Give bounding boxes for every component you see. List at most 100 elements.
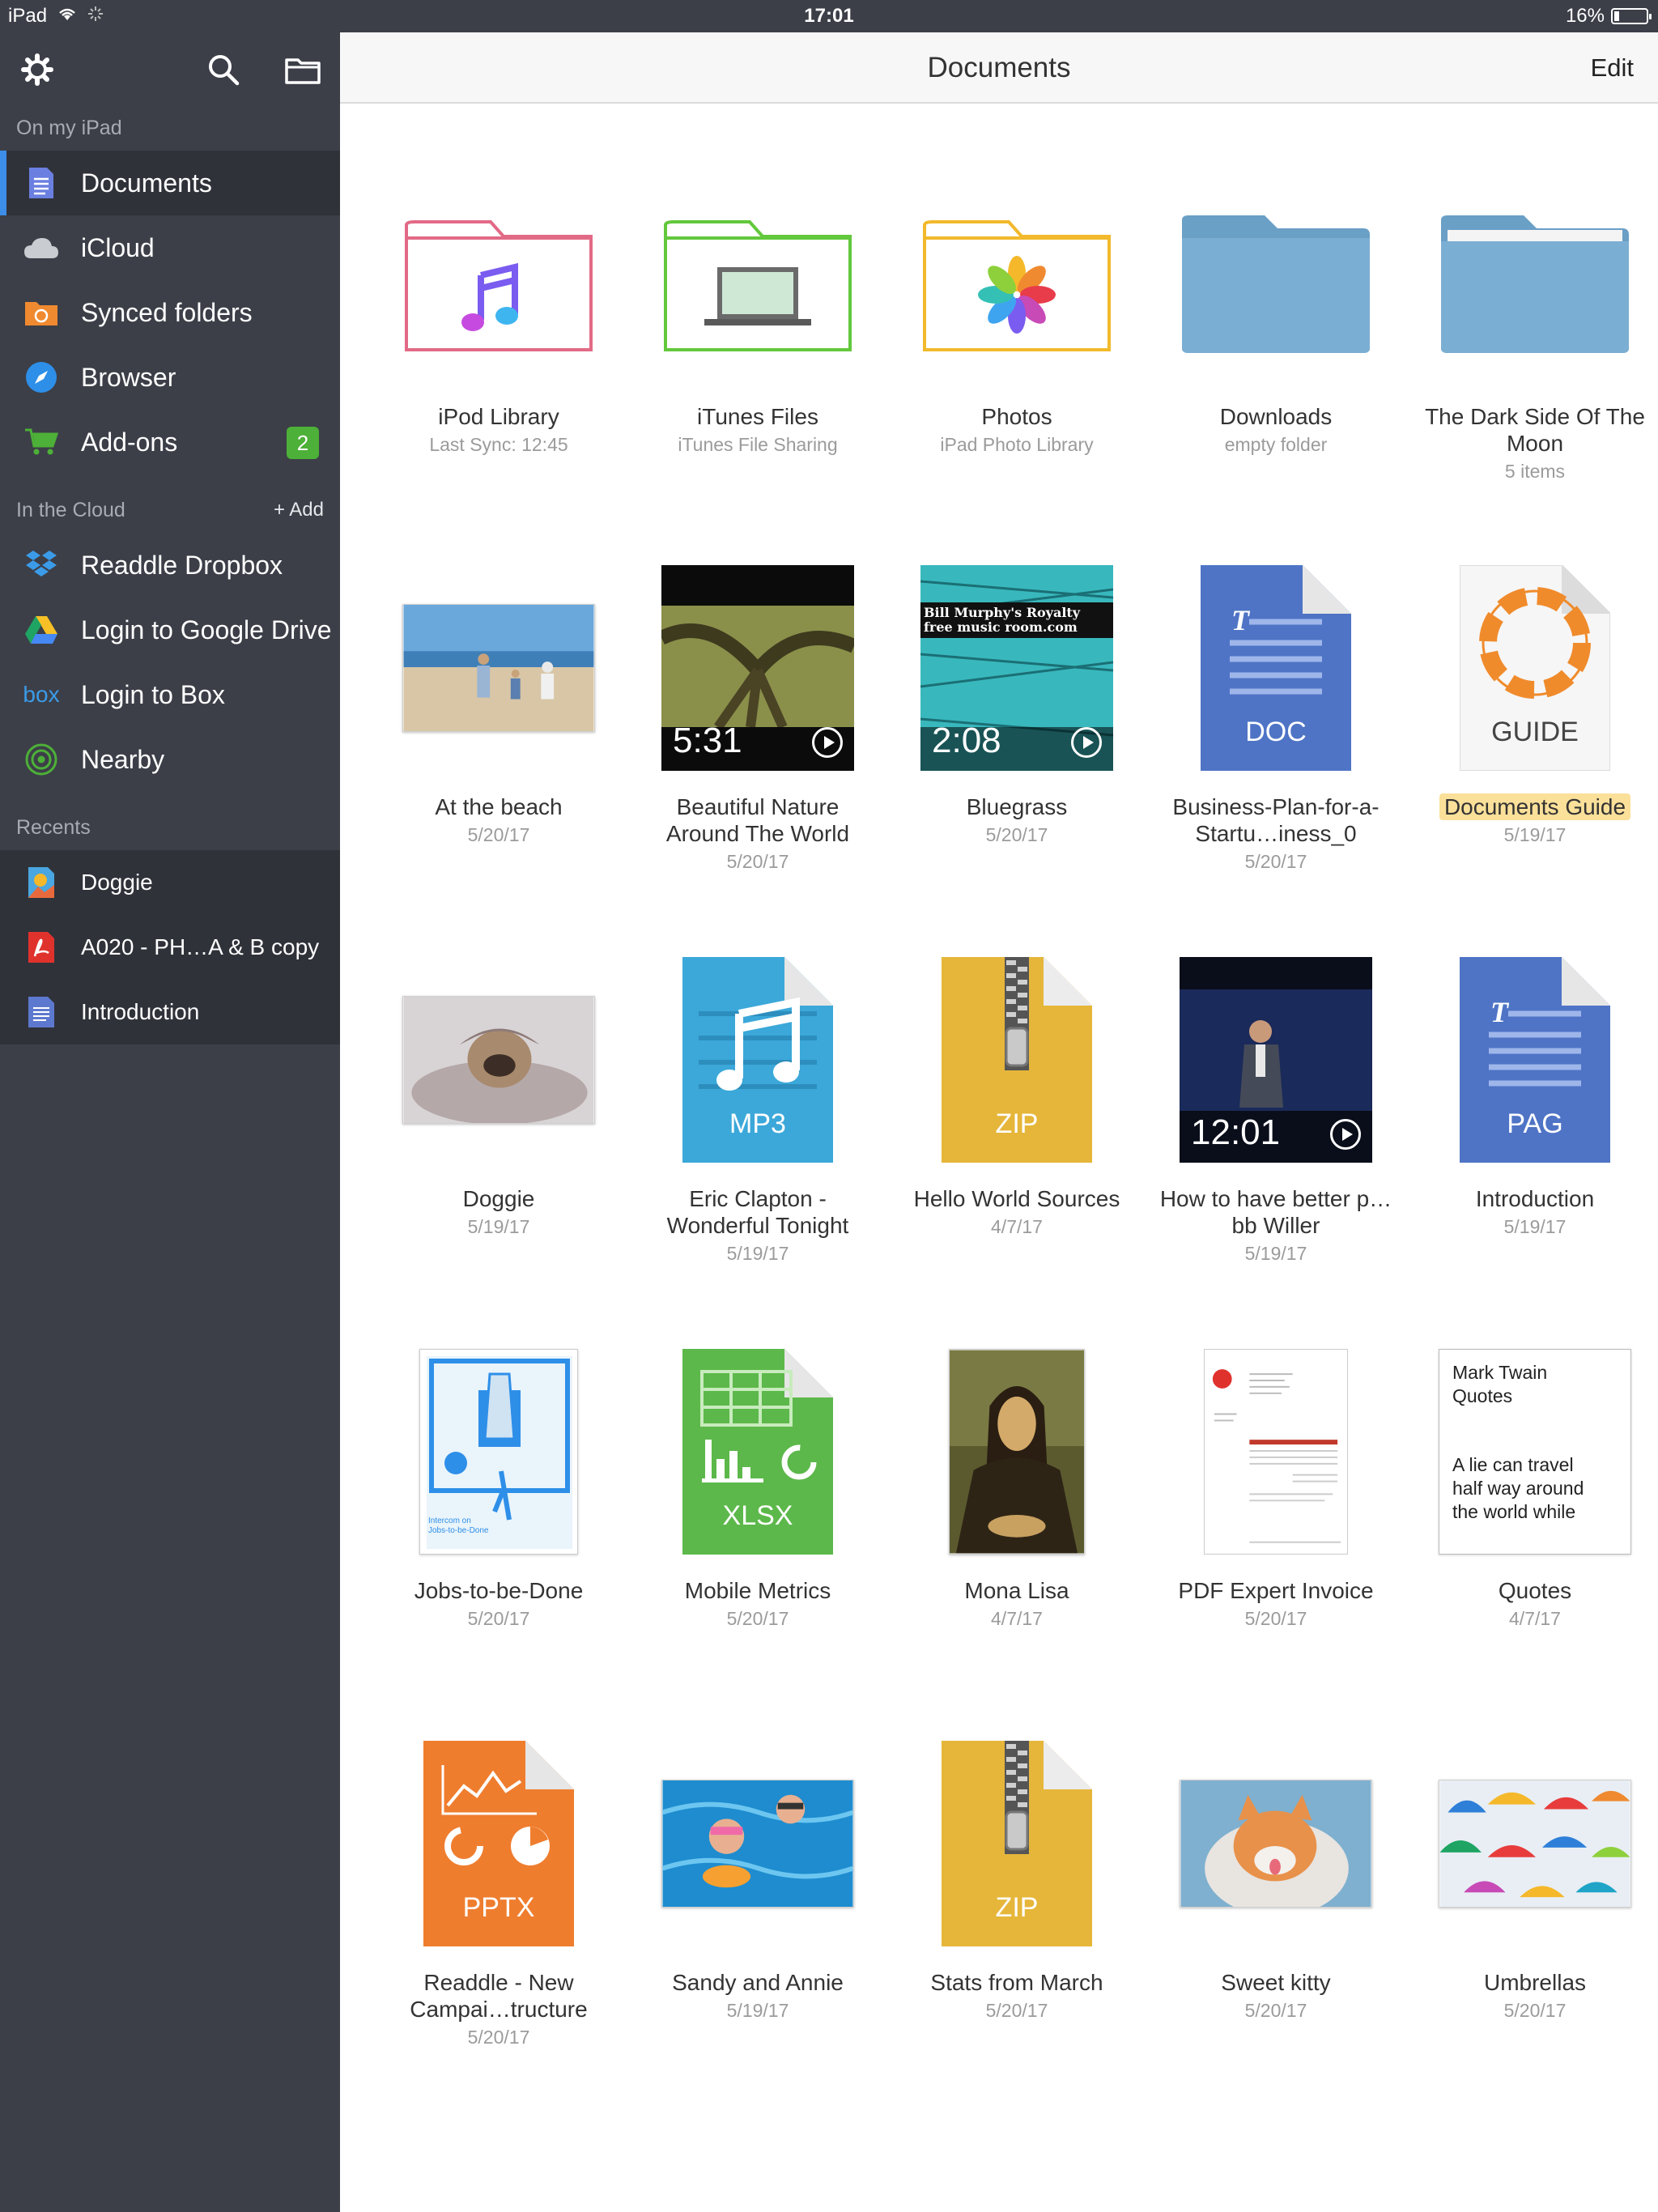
item-subtitle: 5/19/17 <box>1503 1216 1567 1237</box>
edit-button[interactable]: Edit <box>1591 53 1634 83</box>
photo-thumbnail <box>377 942 620 1177</box>
sidebar-item-label: Readdle Dropbox <box>81 550 283 580</box>
document-small-text: Intercom on Jobs-to-be-Done <box>428 1516 489 1535</box>
folder-icon[interactable] <box>283 50 322 89</box>
compass-icon <box>23 359 60 396</box>
sidebar-item-label: Login to Box <box>81 679 225 709</box>
note-preview: Mark Twain Quotes A lie can travel half … <box>1439 1349 1631 1555</box>
invoice-document-preview <box>1204 1349 1348 1555</box>
pdf-icon <box>23 929 60 966</box>
sidebar-item-box[interactable]: box Login to Box <box>0 662 340 727</box>
play-icon[interactable] <box>1330 1119 1361 1150</box>
file-thumbnail: PPTX <box>377 1726 620 1961</box>
file-thumbnail <box>1154 1334 1397 1569</box>
sidebar-item-nearby[interactable]: Nearby <box>0 727 340 792</box>
item-name: Documents Guide <box>1439 793 1631 820</box>
recent-item-introduction[interactable]: Introduction <box>0 980 340 1044</box>
section-in-the-cloud: In the Cloud + Add <box>0 487 340 533</box>
item-name: Bluegrass <box>966 794 1068 819</box>
sidebar-item-documents[interactable]: Documents <box>0 151 340 215</box>
item-subtitle: 5/20/17 <box>467 2027 530 2048</box>
sidebar: On my iPad Documents iCloud Synced folde… <box>0 32 340 2212</box>
sidebar-item-label: Documents <box>81 168 212 198</box>
item-subtitle: 5/19/17 <box>1503 824 1567 845</box>
file-thumbnail: T PAG <box>1414 942 1656 1177</box>
play-icon[interactable] <box>1071 727 1102 758</box>
item-name: Photos <box>981 404 1052 429</box>
guide-file-icon: GUIDE <box>1460 565 1610 771</box>
box-icon: box <box>23 682 60 707</box>
svg-text:T: T <box>1490 996 1510 1028</box>
settings-gear-icon[interactable] <box>18 50 57 89</box>
note-body: A lie can travel half way around the wor… <box>1452 1454 1584 1522</box>
dropbox-icon <box>23 547 60 584</box>
photo-thumbnail <box>377 551 620 785</box>
video-thumbnail: 5:31 <box>636 551 879 785</box>
sidebar-item-label: Login to Google Drive <box>81 615 332 644</box>
status-time: 17:01 <box>804 5 854 27</box>
add-cloud-button[interactable]: + Add <box>274 499 324 521</box>
folder-thumbnail <box>636 160 879 395</box>
item-name: Doggie <box>462 1186 535 1211</box>
item-name: Mobile Metrics <box>684 1578 831 1603</box>
synced-folder-icon <box>23 294 60 331</box>
folder-thumbnail <box>377 160 620 395</box>
note-title: Mark Twain Quotes <box>1452 1362 1548 1406</box>
talk-video: 12:01 <box>1180 957 1372 1163</box>
document-icon <box>23 164 60 202</box>
item-subtitle: Last Sync: 12:45 <box>429 434 568 455</box>
item-subtitle: 5/20/17 <box>1244 2000 1307 2021</box>
video-thumbnail: 12:01 <box>1154 942 1397 1177</box>
kitten-photo <box>1180 1780 1372 1908</box>
zip-file-icon: ZIP <box>942 1741 1092 1946</box>
file-thumbnail: T DOC <box>1154 551 1397 785</box>
file-type-label: ZIP <box>995 1892 1039 1923</box>
item-subtitle: 4/7/17 <box>1509 1608 1561 1629</box>
section-label: Recents <box>16 815 91 839</box>
sidebar-item-browser[interactable]: Browser <box>0 345 340 410</box>
file-thumbnail: Intercom on Jobs-to-be-Done <box>377 1334 620 1569</box>
file-thumbnail: XLSX <box>636 1334 879 1569</box>
file-type-label: ZIP <box>995 1108 1039 1139</box>
item-name: iTunes Files <box>697 404 818 429</box>
file-type-label: PPTX <box>462 1892 535 1923</box>
section-label: In the Cloud <box>16 498 125 521</box>
mona-lisa-painting <box>949 1349 1085 1555</box>
play-icon[interactable] <box>812 727 843 758</box>
photo-thumbnail <box>636 1726 879 1961</box>
item-subtitle: 5 items <box>1504 461 1566 482</box>
search-icon[interactable] <box>204 50 243 89</box>
sidebar-item-dropbox[interactable]: Readdle Dropbox <box>0 533 340 598</box>
item-name: Quotes <box>1498 1578 1572 1603</box>
recent-item-doggie[interactable]: Doggie <box>0 850 340 915</box>
folder-thumbnail <box>1414 160 1656 395</box>
file-type-label: GUIDE <box>1491 717 1579 747</box>
jobs-document-preview: Intercom on Jobs-to-be-Done <box>419 1349 578 1555</box>
item-subtitle: 5/19/17 <box>467 1216 530 1237</box>
page-title: Documents <box>927 52 1071 83</box>
pptx-file-icon: PPTX <box>423 1741 574 1946</box>
zip-file-icon: ZIP <box>942 957 1092 1163</box>
item-name: Business-Plan-for-a-Startu…iness_0 <box>1172 794 1380 846</box>
item-subtitle: 5/20/17 <box>467 824 530 845</box>
sidebar-item-google-drive[interactable]: Login to Google Drive <box>0 598 340 662</box>
item-subtitle: 5/19/17 <box>1244 1243 1307 1264</box>
recent-item-pdf[interactable]: A020 - PH…A & B copy <box>0 915 340 980</box>
sidebar-item-synced-folders[interactable]: Synced folders <box>0 280 340 345</box>
svg-text:T: T <box>1231 604 1251 636</box>
dog-photo <box>402 996 595 1124</box>
sidebar-item-add-ons[interactable]: Add-ons 2 <box>0 410 340 474</box>
sidebar-item-label: iCloud <box>81 232 155 262</box>
item-name: Sweet kitty <box>1221 1970 1331 1995</box>
sidebar-item-icloud[interactable]: iCloud <box>0 215 340 280</box>
item-name: Mona Lisa <box>964 1578 1069 1603</box>
dark-side-of-the-moon-folder-icon <box>1441 215 1629 353</box>
tree-video: 5:31 <box>661 565 854 771</box>
photo-thumbnail <box>1154 1726 1397 1961</box>
item-name: Eric Clapton - Wonderful Tonight <box>666 1186 849 1238</box>
doc-file-icon: T DOC <box>1201 565 1351 771</box>
item-subtitle: 5/20/17 <box>985 824 1048 845</box>
file-thumbnail: GUIDE <box>1414 551 1656 785</box>
sidebar-item-label: Doggie <box>81 870 153 895</box>
item-name: Readdle - New Campai…tructure <box>410 1970 588 2022</box>
